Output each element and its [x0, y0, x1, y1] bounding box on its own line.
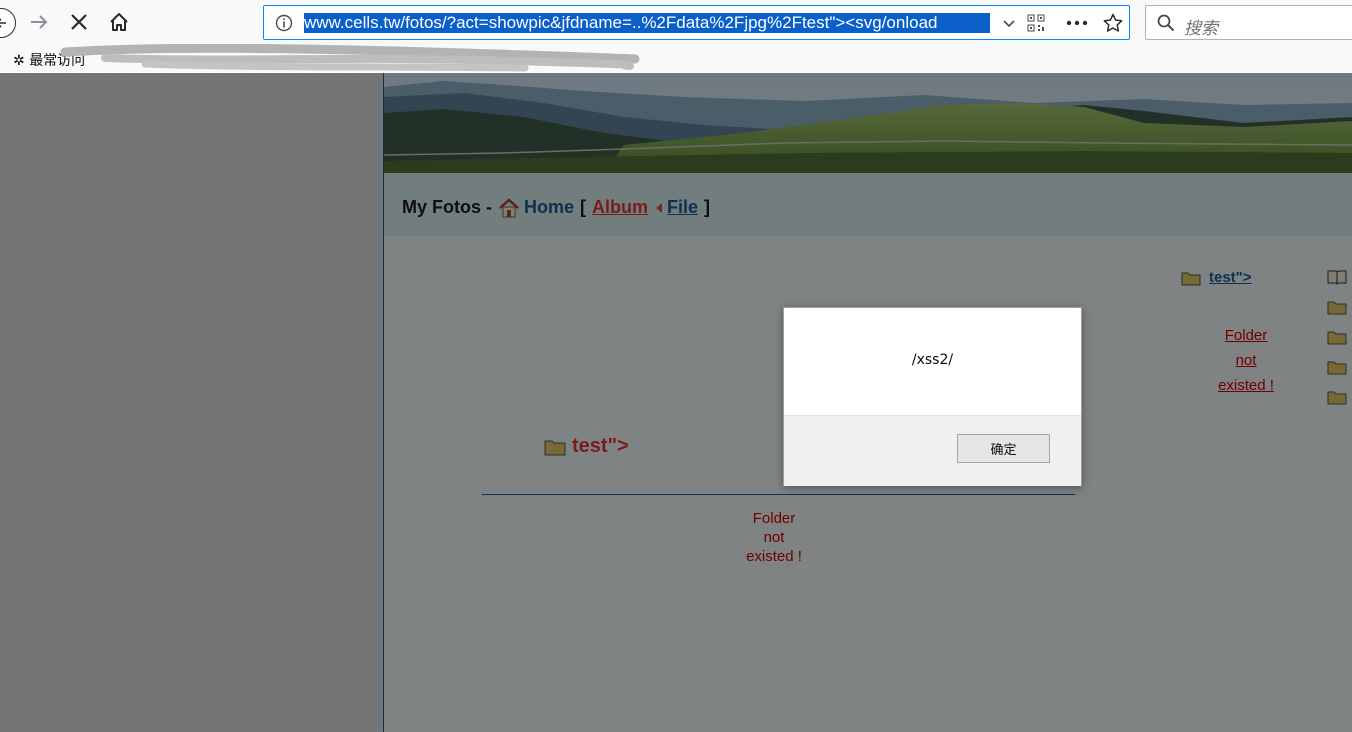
- home-button[interactable]: [105, 8, 133, 36]
- back-icon: [0, 18, 6, 28]
- url-bar[interactable]: www.cells.tw/fotos/?act=showpic&jfdname=…: [263, 5, 1130, 40]
- alert-message: /xss2/: [911, 352, 954, 368]
- browser-toolbar: www.cells.tw/fotos/?act=showpic&jfdname=…: [0, 0, 1352, 46]
- gear-icon: ✲: [13, 53, 25, 69]
- more-icon[interactable]: [1064, 13, 1090, 33]
- alert-footer: 确定: [784, 415, 1081, 486]
- stop-button[interactable]: [65, 8, 93, 36]
- forward-button[interactable]: [25, 8, 53, 36]
- redaction-scribble: [60, 44, 640, 72]
- ok-button[interactable]: 确定: [957, 434, 1050, 463]
- search-icon: [1156, 13, 1176, 33]
- qr-icon[interactable]: [1026, 13, 1046, 33]
- search-bar[interactable]: 搜索: [1145, 5, 1352, 40]
- info-icon[interactable]: [274, 13, 294, 33]
- star-icon[interactable]: [1102, 13, 1124, 33]
- dropdown-icon[interactable]: [999, 13, 1019, 33]
- home-icon: [110, 13, 128, 31]
- forward-icon: [31, 15, 48, 29]
- url-text[interactable]: www.cells.tw/fotos/?act=showpic&jfdname=…: [304, 13, 990, 33]
- search-input[interactable]: 搜索: [1184, 14, 1218, 39]
- alert-dialog: /xss2/ 确定: [783, 307, 1082, 486]
- stop-icon: [71, 14, 87, 30]
- back-button[interactable]: [0, 8, 16, 38]
- modal-overlay: [0, 73, 1352, 732]
